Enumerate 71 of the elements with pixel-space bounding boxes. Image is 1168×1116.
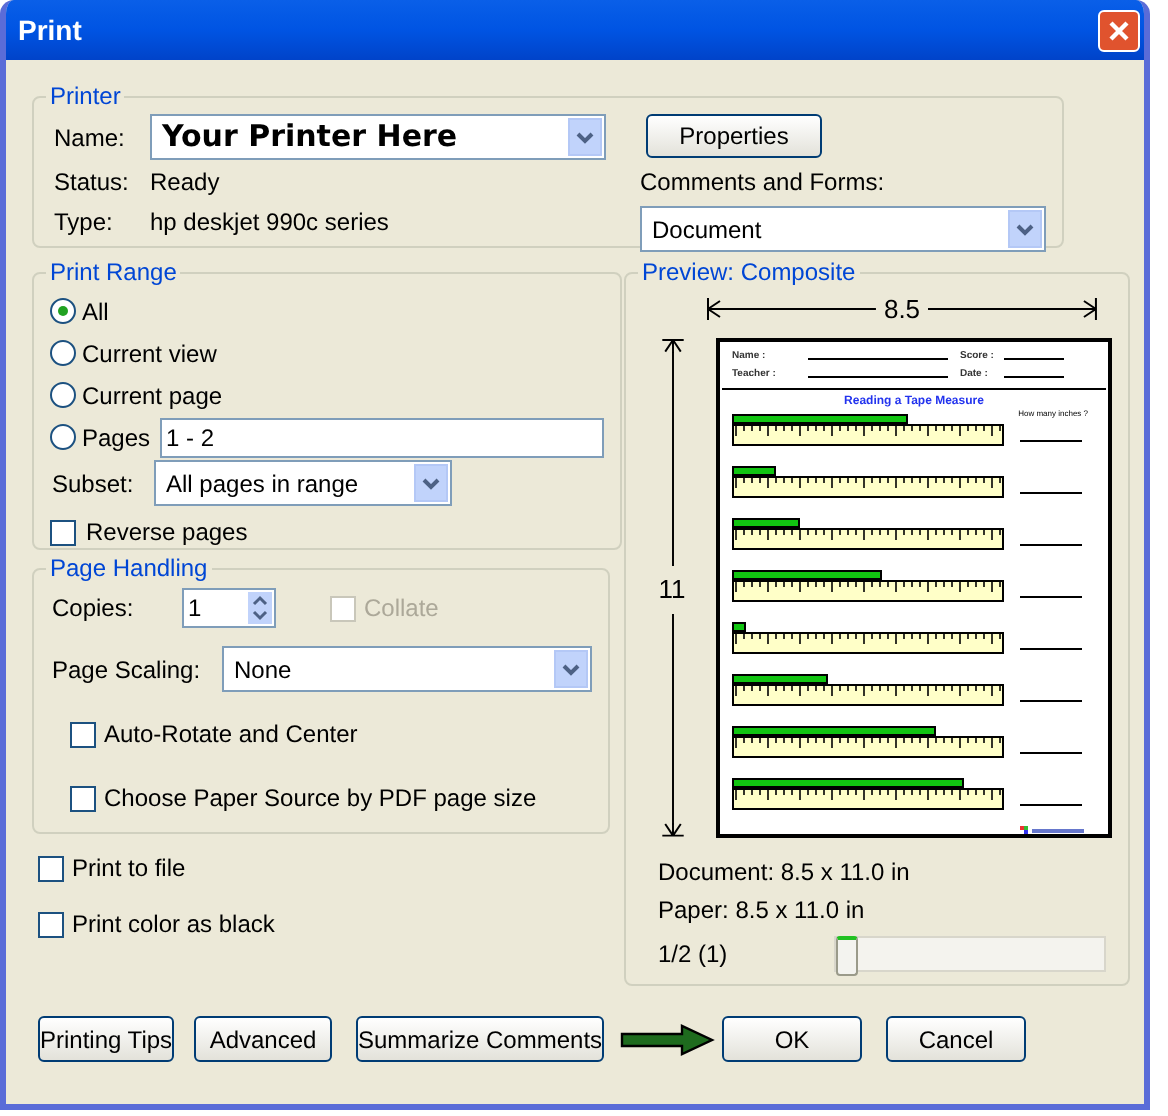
fill-in-line <box>1004 357 1064 359</box>
answer-line <box>1020 647 1082 649</box>
radio-label[interactable]: Current view <box>82 335 217 371</box>
checkbox[interactable] <box>50 519 76 545</box>
close-icon[interactable] <box>1108 19 1130 41</box>
status-text: Ready <box>150 166 220 200</box>
field-label: Page Scaling: <box>50 653 203 687</box>
checkbox[interactable] <box>38 911 64 937</box>
measure-bar <box>732 673 828 683</box>
dialog-button[interactable]: Cancel <box>886 1016 1026 1062</box>
paper-size-text: Paper: 8.5 x 11.0 in <box>658 893 867 927</box>
height-label: 11 <box>658 572 686 609</box>
close-button[interactable] <box>1098 9 1140 51</box>
checkbox-label[interactable]: Reverse pages <box>86 514 248 550</box>
page-count-text: 1/2 (1) <box>658 937 730 971</box>
logo-drawing <box>1020 825 1088 835</box>
fill-in-line <box>808 357 948 359</box>
checkbox-label[interactable]: Choose Paper Source by PDF page size <box>104 780 537 816</box>
spinner-arrows-icon[interactable] <box>248 592 272 624</box>
dialog-button[interactable]: Summarize Comments <box>356 1016 604 1062</box>
copies-spinner[interactable]: 1 <box>182 588 276 628</box>
measure-bar <box>732 465 776 475</box>
fill-in-line <box>808 375 948 377</box>
document-size-text: Document: 8.5 x 11.0 in <box>658 855 912 889</box>
field-label: Subset: <box>50 467 136 501</box>
dialog-button[interactable]: Printing Tips <box>38 1016 174 1062</box>
checkbox-label[interactable]: Print color as black <box>72 906 275 942</box>
width-label: 8.5 <box>881 292 923 328</box>
printer-dropdown[interactable]: Your Printer Here <box>150 114 606 160</box>
checkbox-label[interactable]: Auto-Rotate and Center <box>104 716 358 752</box>
field-label: Copies: <box>50 592 136 626</box>
comments-dropdown[interactable]: Document <box>640 206 1046 252</box>
group-label: Printer <box>48 80 123 114</box>
radio-label[interactable]: All <box>82 293 109 329</box>
field-label: Status: <box>52 166 131 200</box>
answer-line <box>1020 439 1082 441</box>
field-label: Comments and Forms: <box>640 166 887 200</box>
answer-line <box>1020 543 1082 545</box>
answer-line <box>1020 491 1082 493</box>
field-label: Type: <box>52 206 115 240</box>
group-label: Print Range <box>48 256 179 290</box>
checkbox-label[interactable]: Print to file <box>72 850 186 886</box>
field-label: Name: <box>52 121 127 155</box>
answer-line <box>1020 595 1082 597</box>
measure-bar <box>732 517 800 527</box>
answer-line <box>1020 803 1082 805</box>
fill-in-line <box>1004 375 1064 377</box>
group-label: Preview: Composite <box>640 256 858 290</box>
dialog-button[interactable]: OK <box>722 1016 862 1062</box>
page-slider[interactable] <box>834 935 1106 971</box>
radio-button[interactable] <box>50 298 76 324</box>
dialog-button[interactable]: Advanced <box>194 1016 332 1062</box>
checkbox[interactable] <box>70 785 96 811</box>
radio-label[interactable]: Current page <box>82 377 223 413</box>
subset-dropdown[interactable]: All pages in range <box>154 460 452 506</box>
measure-bar <box>732 621 746 631</box>
slider-thumb[interactable] <box>836 935 858 975</box>
properties-button[interactable]: Properties <box>646 114 822 158</box>
radio-button[interactable] <box>50 340 76 366</box>
pages-field[interactable]: 1 - 2 <box>160 417 605 457</box>
radio-button[interactable] <box>50 424 76 450</box>
window-title: Print <box>18 11 82 49</box>
checkbox[interactable] <box>70 721 96 747</box>
group-label: Page Handling <box>48 552 210 586</box>
checkbox[interactable] <box>38 855 64 881</box>
answer-line <box>1020 699 1082 701</box>
type-text: hp deskjet 990c series <box>150 206 389 240</box>
radio-label[interactable]: Pages <box>82 419 151 455</box>
scaling-dropdown[interactable]: None <box>222 646 592 692</box>
answer-line <box>1020 751 1082 753</box>
radio-button[interactable] <box>50 382 76 408</box>
